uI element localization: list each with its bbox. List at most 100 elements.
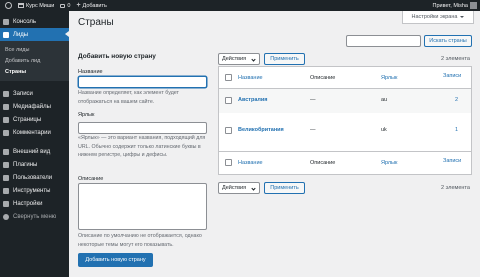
add-new-menu[interactable]: + Добавить — [73, 0, 109, 11]
description-textarea[interactable] — [78, 183, 207, 230]
appearance-icon — [3, 148, 9, 155]
countries-table: Название Описание Ярлык Записи Австралия… — [218, 66, 472, 175]
settings-icon — [3, 200, 9, 207]
screen-options-label: Настройки экрана — [411, 14, 458, 20]
bulk-actions-select-top[interactable]: Действия — [218, 53, 260, 65]
table-header: Название Описание Ярлык Записи — [219, 67, 471, 88]
column-name-footer[interactable]: Название — [238, 160, 263, 166]
leads-submenu: Все лиды Добавить лид Страны — [0, 41, 69, 81]
row-posts-link[interactable]: 2 — [455, 97, 458, 103]
row-slug: uk — [381, 127, 387, 133]
add-new-country-button[interactable]: Добавить новую страну — [78, 253, 153, 267]
column-description: Описание — [310, 75, 336, 81]
submenu-all-leads[interactable]: Все лиды — [0, 44, 69, 55]
sidebar-item-label: Записи — [13, 90, 33, 97]
table-footer: Название Описание Ярлык Записи — [219, 152, 471, 174]
comments-link[interactable]: 0 — [57, 0, 73, 11]
select-all-checkbox[interactable] — [225, 74, 232, 81]
caret-down-icon — [460, 16, 465, 18]
greeting: Привет, Misha — [432, 2, 468, 9]
wordpress-icon — [5, 2, 12, 9]
users-icon — [3, 174, 9, 181]
thumbtack-icon — [3, 90, 9, 97]
sidebar-item-media[interactable]: Медиафайлы — [0, 100, 69, 113]
comments-icon — [3, 129, 9, 136]
sidebar-item-settings[interactable]: Настройки — [0, 197, 69, 210]
item-count-bottom: 2 элемента — [441, 185, 470, 191]
sidebar-item-label: Страницы — [13, 116, 42, 123]
column-name[interactable]: Название — [238, 75, 263, 81]
comment-bubble-icon — [60, 3, 66, 8]
description-help: Описание по умолчанию не отображается, о… — [78, 233, 202, 248]
sidebar-item-label: Плагины — [13, 161, 38, 168]
column-slug[interactable]: Ярлык — [381, 75, 397, 81]
screen-options-button[interactable]: Настройки экрана — [402, 11, 474, 24]
avatar — [470, 2, 477, 9]
column-posts-footer[interactable]: Записи — [443, 158, 461, 164]
home-icon — [18, 3, 24, 8]
sidebar-item-label: Внешний вид — [13, 148, 51, 155]
row-name-link[interactable]: Австралия — [238, 97, 267, 103]
apply-button-bottom[interactable]: Применить — [264, 182, 305, 194]
table-row: Великобритания — uk 1 — [219, 113, 471, 150]
search-button[interactable]: Искать страны — [424, 35, 472, 47]
bulk-actions-value: Действия — [222, 185, 247, 191]
row-name-link[interactable]: Великобритания — [238, 127, 284, 133]
comments-count: 0 — [67, 2, 71, 9]
slug-label: Ярлык — [78, 112, 95, 118]
sidebar-item-leads[interactable]: Лиды — [0, 28, 69, 41]
plugins-icon — [3, 161, 9, 168]
account-menu[interactable]: Привет, Misha — [433, 2, 480, 9]
form-heading: Добавить новую страну — [78, 53, 156, 60]
item-count-top: 2 элемента — [441, 56, 470, 62]
submenu-add-lead[interactable]: Добавить лид — [0, 55, 69, 66]
name-label: Название — [78, 69, 103, 75]
row-checkbox[interactable] — [225, 127, 232, 134]
table-row: Австралия — au 2 — [219, 89, 471, 113]
row-checkbox[interactable] — [225, 97, 232, 104]
sidebar-item-pages[interactable]: Страницы — [0, 113, 69, 126]
site-name-link[interactable]: Курс Миши — [15, 0, 57, 11]
sidebar-item-label: Настройки — [13, 200, 43, 207]
add-new-label: Добавить — [82, 2, 107, 9]
chevron-down-icon — [251, 57, 256, 62]
pin-icon — [3, 31, 9, 38]
bulk-actions-select-bottom[interactable]: Действия — [218, 182, 260, 194]
name-description: Название определяет, как элемент будет о… — [78, 90, 179, 105]
wordpress-logo[interactable] — [0, 0, 15, 11]
column-posts[interactable]: Записи — [443, 73, 461, 79]
sidebar-item-label: Свернуть меню — [13, 213, 57, 220]
sidebar-item-posts[interactable]: Записи — [0, 87, 69, 100]
sidebar-item-label: Комментарии — [13, 129, 51, 136]
sidebar-item-label: Лиды — [13, 31, 29, 38]
description-label: Описание — [78, 176, 104, 182]
tools-icon — [3, 187, 9, 194]
sidebar-item-plugins[interactable]: Плагины — [0, 158, 69, 171]
sidebar-item-label: Инструменты — [13, 187, 51, 194]
sidebar-item-label: Консоль — [13, 18, 37, 25]
name-field[interactable] — [78, 76, 207, 88]
sidebar-item-users[interactable]: Пользователи — [0, 171, 69, 184]
row-description: — — [310, 97, 316, 103]
sidebar-item-label: Медиафайлы — [13, 103, 51, 110]
collapse-menu-button[interactable]: Свернуть меню — [0, 210, 69, 223]
sidebar-item-tools[interactable]: Инструменты — [0, 184, 69, 197]
sidebar-item-label: Пользователи — [13, 174, 53, 181]
dashboard-icon — [3, 18, 9, 25]
search-input[interactable] — [346, 35, 421, 47]
select-all-checkbox-footer[interactable] — [225, 159, 232, 166]
row-posts-link[interactable]: 1 — [455, 127, 458, 133]
slug-field[interactable] — [78, 122, 207, 134]
submenu-countries[interactable]: Страны — [0, 66, 69, 77]
sidebar-item-dashboard[interactable]: Консоль — [0, 15, 69, 28]
apply-button-top[interactable]: Применить — [264, 53, 305, 65]
sidebar-item-comments[interactable]: Комментарии — [0, 126, 69, 139]
plus-icon: + — [76, 2, 81, 9]
column-description-footer: Описание — [310, 160, 336, 166]
row-slug: au — [381, 97, 388, 103]
sidebar-item-appearance[interactable]: Внешний вид — [0, 145, 69, 158]
collapse-icon — [3, 213, 9, 220]
media-icon — [3, 103, 9, 110]
chevron-down-icon — [251, 186, 256, 191]
column-slug-footer[interactable]: Ярлык — [381, 160, 397, 166]
